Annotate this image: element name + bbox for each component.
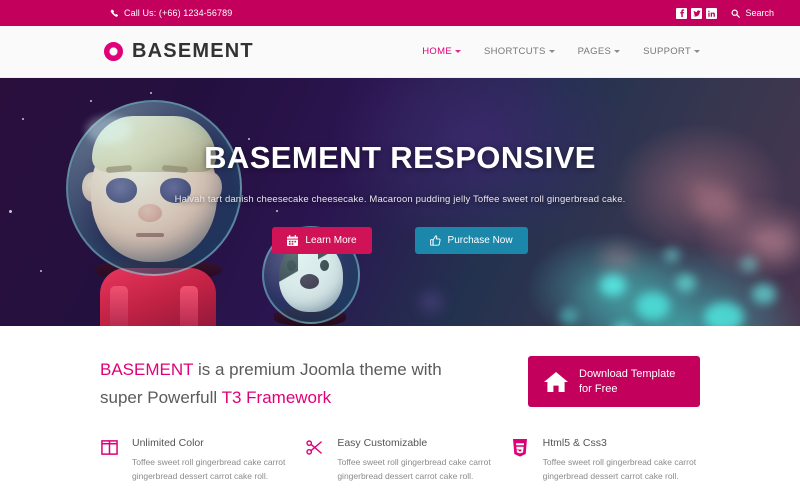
bokeh-light <box>560 308 578 324</box>
search-button[interactable]: Search <box>731 8 774 18</box>
chevron-down-icon <box>614 50 621 53</box>
feature-item-easy-customizable: Easy Customizable Toffee sweet roll ging… <box>305 437 494 484</box>
phone-icon <box>110 9 119 18</box>
nav-item-support-label: SUPPORT <box>643 46 691 57</box>
hero-subtitle: Halvah tart danish cheesecake cheesecake… <box>174 194 626 205</box>
intro-heading-brand: BASEMENT <box>100 360 194 379</box>
feature-text: Unlimited Color Toffee sweet roll ginger… <box>132 437 289 484</box>
feature-title: Unlimited Color <box>132 437 204 450</box>
download-template-label: Download Template for Free <box>579 368 676 395</box>
feature-text: Html5 & Css3 Toffee sweet roll gingerbre… <box>543 437 700 484</box>
columns-icon <box>100 438 119 457</box>
logo[interactable]: BASEMENT <box>104 40 254 63</box>
feature-text: Easy Customizable Toffee sweet roll ging… <box>337 437 494 484</box>
ring-logo-icon <box>104 42 123 61</box>
hero-content: BASEMENT RESPONSIVE Halvah tart danish c… <box>0 140 800 254</box>
site-header: BASEMENT HOME SHORTCUTS PAGES SUPPORT <box>0 26 800 78</box>
star <box>150 92 152 94</box>
hero-banner: BASEMENT RESPONSIVE Halvah tart danish c… <box>0 78 800 326</box>
nav-item-home-label: HOME <box>422 46 452 57</box>
bokeh-light <box>636 292 670 320</box>
chevron-down-icon <box>548 50 555 53</box>
main-navigation: HOME SHORTCUTS PAGES SUPPORT <box>422 46 700 57</box>
top-bar: Call Us: (+66) 1234-56789 Search <box>0 0 800 26</box>
star <box>22 118 24 120</box>
features-grid: Unlimited Color Toffee sweet roll ginger… <box>0 437 800 500</box>
feature-item-html5-css3: Html5 & Css3 Toffee sweet roll gingerbre… <box>511 437 700 484</box>
star <box>40 270 42 272</box>
feature-description: Toffee sweet roll gingerbread cake carro… <box>132 457 286 481</box>
feature-title: Html5 & Css3 <box>542 437 607 450</box>
hero-buttons: Learn More Purchase Now <box>0 227 800 254</box>
intro-section: BASEMENT is a premium Joomla theme with … <box>0 326 800 411</box>
feature-description: Toffee sweet roll gingerbread cake carro… <box>337 457 491 481</box>
calendar-icon <box>287 235 299 246</box>
html5-icon <box>511 438 530 457</box>
bokeh-light <box>704 302 744 326</box>
feature-description: Toffee sweet roll gingerbread cake carro… <box>542 457 697 481</box>
download-template-button[interactable]: Download Template for Free <box>528 356 700 408</box>
facebook-icon[interactable] <box>676 7 688 19</box>
nav-item-support[interactable]: SUPPORT <box>643 46 700 57</box>
learn-more-label: Learn More <box>305 235 357 246</box>
hero-title: BASEMENT RESPONSIVE <box>204 140 596 175</box>
logo-text: BASEMENT <box>132 40 254 62</box>
feature-item-unlimited-color: Unlimited Color Toffee sweet roll ginger… <box>100 437 289 484</box>
chevron-down-icon <box>454 50 461 53</box>
intro-heading: BASEMENT is a premium Joomla theme with … <box>100 356 480 411</box>
intro-heading-framework: T3 Framework <box>221 387 332 407</box>
call-us-text: Call Us: (+66) 1234-56789 <box>124 8 233 18</box>
nav-item-shortcuts[interactable]: SHORTCUTS <box>484 46 555 57</box>
call-us-block: Call Us: (+66) 1234-56789 <box>110 8 232 18</box>
nav-item-home[interactable]: HOME <box>422 46 461 57</box>
twitter-icon[interactable] <box>691 7 703 19</box>
bokeh-light <box>420 292 442 312</box>
bokeh-light <box>600 274 626 296</box>
bokeh-light <box>676 274 696 292</box>
chevron-down-icon <box>694 50 700 53</box>
bokeh-light <box>752 284 776 304</box>
thumbs-up-icon <box>429 235 441 246</box>
home-icon <box>544 371 568 393</box>
social-links <box>676 7 718 19</box>
learn-more-button[interactable]: Learn More <box>272 227 372 254</box>
search-icon <box>731 9 741 18</box>
nav-item-shortcuts-label: SHORTCUTS <box>483 46 546 57</box>
purchase-now-button[interactable]: Purchase Now <box>414 227 528 254</box>
nav-item-pages-label: PAGES <box>577 46 612 57</box>
linkedin-icon[interactable] <box>706 7 718 19</box>
scissors-icon <box>305 438 324 457</box>
search-label: Search <box>745 8 774 18</box>
feature-title: Easy Customizable <box>337 437 428 450</box>
nav-item-pages[interactable]: PAGES <box>578 46 621 57</box>
purchase-now-label: Purchase Now <box>447 235 513 246</box>
top-bar-right: Search <box>676 7 774 19</box>
bokeh-light <box>740 256 758 272</box>
